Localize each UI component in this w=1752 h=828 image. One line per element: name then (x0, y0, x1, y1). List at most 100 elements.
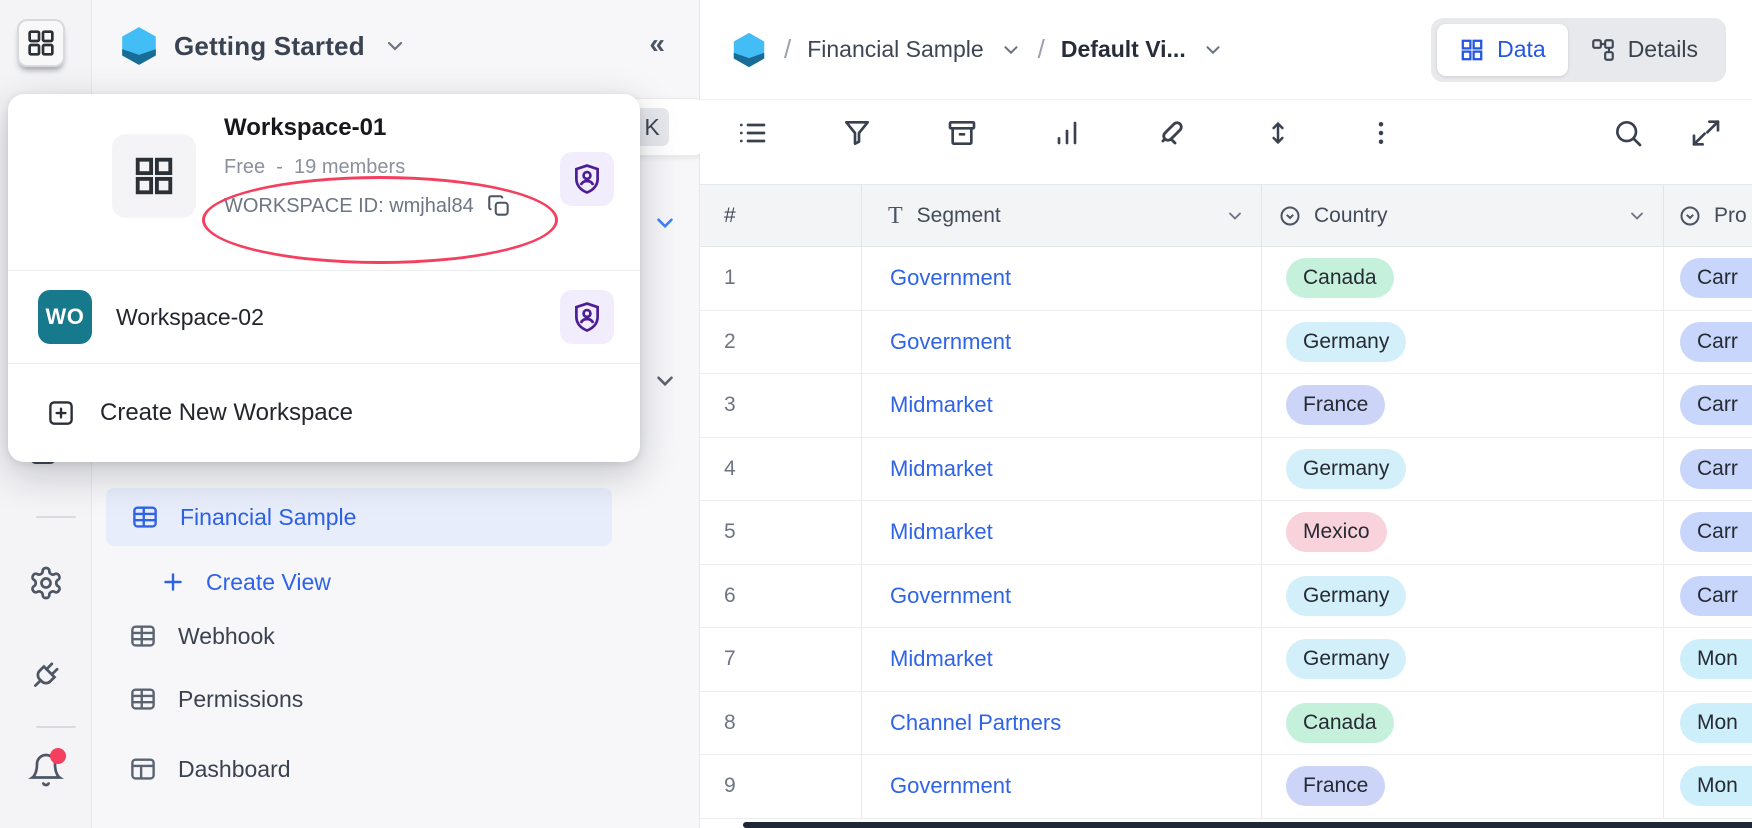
section-chevron-down-icon[interactable] (652, 210, 676, 234)
segment-link[interactable]: Government (890, 583, 1011, 609)
product-cell[interactable]: Carr (1664, 247, 1752, 310)
table-row[interactable]: 5 Midmarket MexicoCarr (700, 501, 1752, 565)
row-number-cell[interactable]: 3 (700, 374, 862, 437)
settings-gear-icon[interactable] (26, 563, 66, 603)
product-cell[interactable]: Carr (1664, 311, 1752, 374)
row-number-cell[interactable]: 2 (700, 311, 862, 374)
workspace-01-row[interactable]: Workspace-01 Free - 19 members WORKSPACE… (8, 94, 640, 270)
segment-cell[interactable]: Midmarket (862, 374, 1262, 437)
table-row[interactable]: 2 Government GermanyCarr (700, 311, 1752, 375)
product-cell[interactable]: Mon (1664, 628, 1752, 691)
workspace-id-row[interactable]: WORKSPACE ID: wmjhal84 (224, 186, 512, 226)
chevron-down-icon[interactable] (1000, 39, 1022, 61)
row-number-cell[interactable]: 9 (700, 755, 862, 818)
sidebar-item-permissions[interactable]: Permissions (128, 677, 303, 721)
row-height-icon[interactable] (1263, 118, 1293, 148)
column-header-row-number[interactable]: # (700, 185, 862, 246)
segment-link[interactable]: Midmarket (890, 646, 993, 672)
product-cell[interactable]: Mon (1664, 692, 1752, 755)
table-row[interactable]: 7 Midmarket GermanyMon (700, 628, 1752, 692)
segment-cell[interactable]: Government (862, 755, 1262, 818)
archive-box-icon[interactable] (946, 117, 978, 149)
segment-link[interactable]: Midmarket (890, 519, 993, 545)
sidebar-item-dashboard[interactable]: Dashboard (128, 747, 291, 791)
segment-link[interactable]: Government (890, 265, 1011, 291)
notification-bell-icon[interactable] (26, 750, 66, 790)
breadcrumb-table[interactable]: Financial Sample (807, 36, 983, 63)
table-row[interactable]: 3 Midmarket FranceCarr (700, 374, 1752, 438)
country-cell[interactable]: Mexico (1262, 501, 1664, 564)
chevron-down-icon[interactable] (1627, 206, 1647, 226)
country-cell[interactable]: France (1262, 755, 1664, 818)
country-cell[interactable]: France (1262, 374, 1664, 437)
table-row[interactable]: 1 Government CanadaCarr (700, 247, 1752, 311)
table-row[interactable]: 4 Midmarket GermanyCarr (700, 438, 1752, 502)
row-number-cell[interactable]: 6 (700, 565, 862, 628)
tab-details[interactable]: Details (1568, 24, 1720, 76)
expand-icon[interactable] (1690, 117, 1722, 149)
create-workspace-button[interactable]: Create New Workspace (8, 364, 640, 462)
segment-cell[interactable]: Government (862, 247, 1262, 310)
column-header-country[interactable]: Country (1262, 185, 1664, 246)
column-header-product[interactable]: Pro (1664, 185, 1752, 246)
country-cell[interactable]: Germany (1262, 311, 1664, 374)
product-cell[interactable]: Carr (1664, 565, 1752, 628)
filter-funnel-icon[interactable] (841, 117, 873, 149)
bar-chart-icon[interactable] (1051, 117, 1083, 149)
chevron-down-icon[interactable] (1225, 206, 1245, 226)
breadcrumb-view[interactable]: Default Vi... (1061, 36, 1186, 63)
copy-icon[interactable] (486, 193, 512, 219)
sidebar-item-create-view[interactable]: Create View (160, 560, 331, 604)
segment-cell[interactable]: Government (862, 311, 1262, 374)
workspace-02-row[interactable]: WO Workspace-02 (8, 271, 640, 363)
plug-icon[interactable] (26, 655, 66, 695)
segment-cell[interactable]: Government (862, 565, 1262, 628)
product-cell[interactable]: Carr (1664, 501, 1752, 564)
segment-cell[interactable]: Midmarket (862, 501, 1262, 564)
segment-cell[interactable]: Midmarket (862, 438, 1262, 501)
paint-roller-icon[interactable] (1156, 116, 1190, 150)
section-chevron-down-icon[interactable] (652, 368, 676, 392)
row-number-cell[interactable]: 1 (700, 247, 862, 310)
horizontal-scrollbar[interactable] (743, 822, 1752, 828)
search-icon[interactable] (1612, 117, 1644, 149)
table-row[interactable]: 9 Government FranceMon (700, 755, 1752, 819)
segment-cell[interactable]: Channel Partners (862, 692, 1262, 755)
tab-data[interactable]: Data (1437, 24, 1568, 76)
segment-link[interactable]: Midmarket (890, 456, 993, 482)
cube-logo[interactable] (730, 31, 768, 69)
product-cell[interactable]: Carr (1664, 438, 1752, 501)
data-grid: # T Segment Country (700, 184, 1752, 822)
product-cell[interactable]: Mon (1664, 755, 1752, 818)
country-cell[interactable]: Germany (1262, 565, 1664, 628)
workspace-header[interactable]: Getting Started (118, 24, 407, 68)
column-header-segment[interactable]: T Segment (862, 185, 1262, 246)
country-cell[interactable]: Canada (1262, 247, 1664, 310)
workspace-01-avatar (112, 134, 196, 218)
table-row[interactable]: 8 Channel Partners CanadaMon (700, 692, 1752, 756)
product-cell[interactable]: Carr (1664, 374, 1752, 437)
sidebar-item-webhook[interactable]: Webhook (128, 614, 275, 658)
view-mode-toggle: Data Details (1431, 18, 1726, 82)
segment-link[interactable]: Government (890, 773, 1011, 799)
sidebar-item-financial-sample[interactable]: Financial Sample (106, 488, 612, 546)
country-cell[interactable]: Canada (1262, 692, 1664, 755)
collapse-sidebar-button[interactable]: « (649, 28, 665, 60)
country-cell[interactable]: Germany (1262, 628, 1664, 691)
workspace-switcher-button[interactable] (17, 19, 65, 67)
segment-link[interactable]: Government (890, 329, 1011, 355)
kebab-menu-icon[interactable] (1366, 118, 1396, 148)
row-list-icon[interactable] (736, 117, 768, 149)
row-number-cell[interactable]: 8 (700, 692, 862, 755)
segment-link[interactable]: Channel Partners (890, 710, 1061, 736)
segment-link[interactable]: Midmarket (890, 392, 993, 418)
admin-shield-badge[interactable] (560, 152, 614, 206)
segment-cell[interactable]: Midmarket (862, 628, 1262, 691)
chevron-down-icon[interactable] (1202, 39, 1224, 61)
row-number-cell[interactable]: 7 (700, 628, 862, 691)
row-number-cell[interactable]: 4 (700, 438, 862, 501)
country-cell[interactable]: Germany (1262, 438, 1664, 501)
admin-shield-badge[interactable] (560, 290, 614, 344)
row-number-cell[interactable]: 5 (700, 501, 862, 564)
table-row[interactable]: 6 Government GermanyCarr (700, 565, 1752, 629)
